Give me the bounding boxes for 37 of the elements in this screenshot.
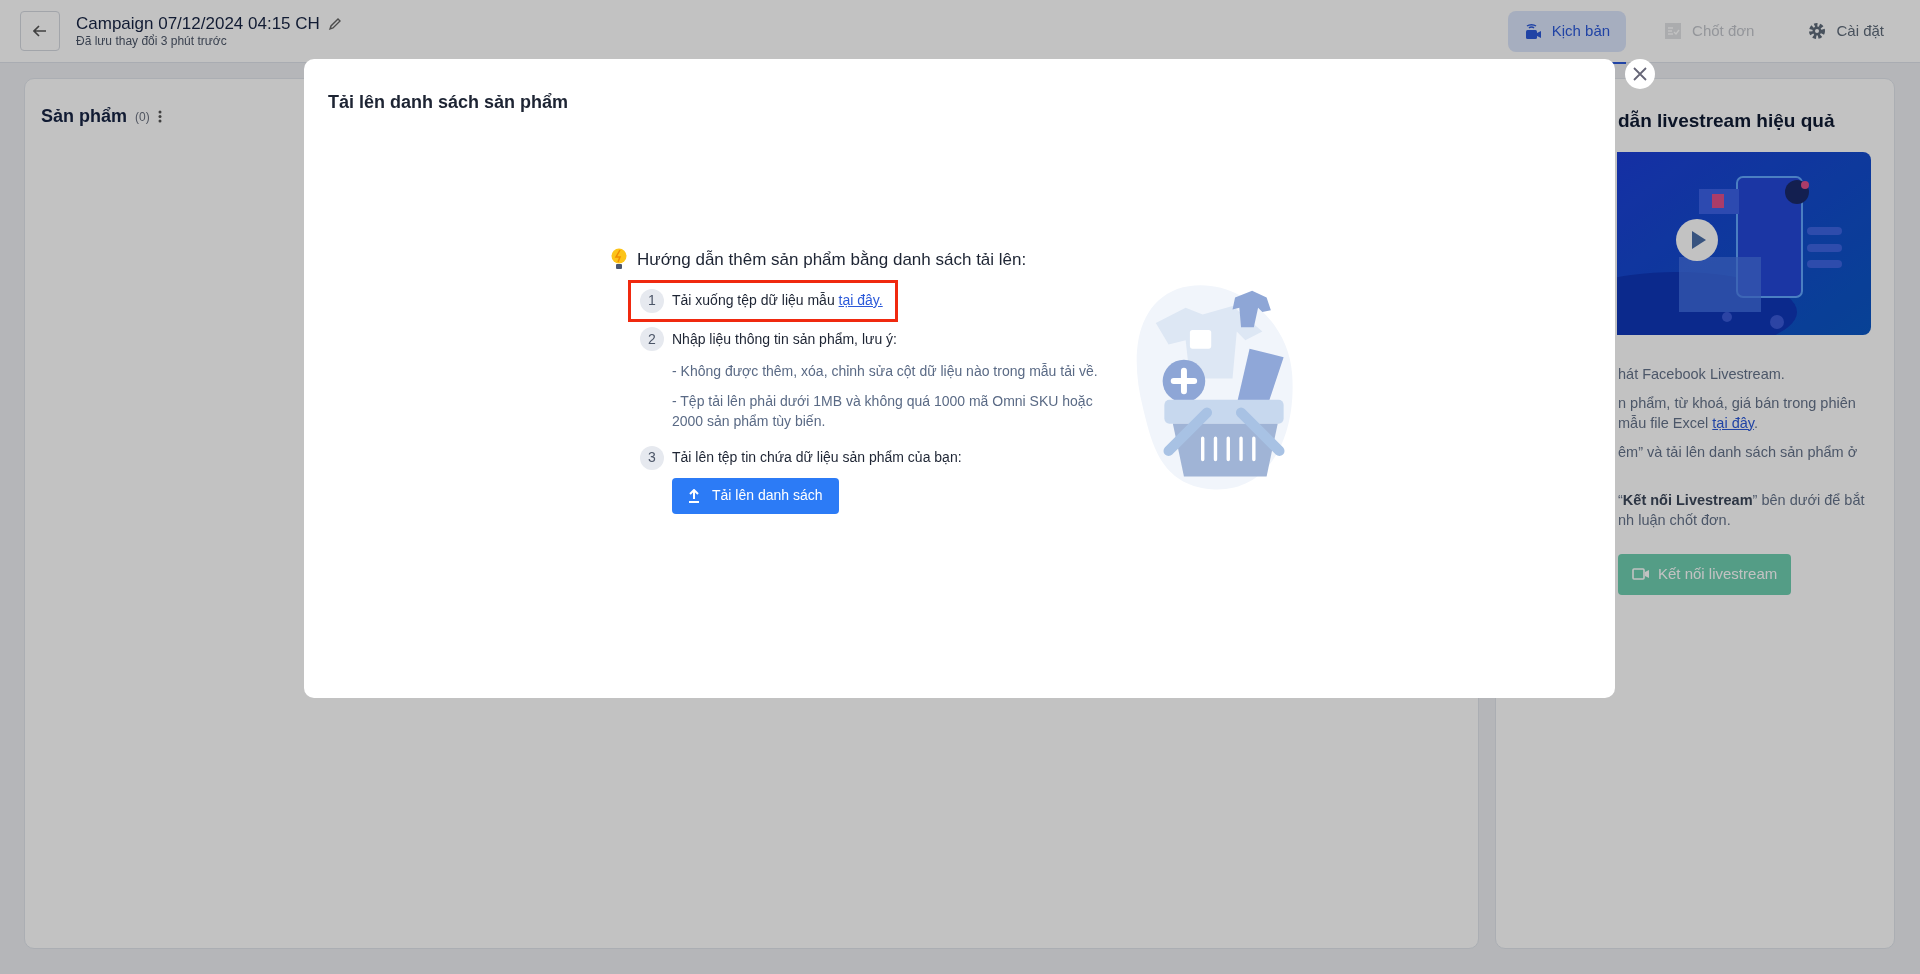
upload-list-button[interactable]: Tải lên danh sách bbox=[672, 477, 839, 514]
dialog-title: Tải lên danh sách sản phẩm bbox=[327, 91, 570, 114]
back-arrow-icon bbox=[33, 25, 47, 37]
tab[interactable]: Kịch bản bbox=[1507, 10, 1627, 52]
step-number: 2 bbox=[640, 327, 664, 351]
campaign-title: Campaign 07/12/2024 04:15 CH bbox=[76, 14, 320, 34]
light-bulb-icon bbox=[609, 247, 629, 272]
close-icon bbox=[1633, 67, 1647, 81]
step-text: Tải xuống tệp dữ liệu mẫu tại đây. bbox=[672, 291, 883, 310]
tab[interactable]: Cài đặt bbox=[1792, 10, 1900, 52]
panel-title: dẫn livestream hiệu quả bbox=[1618, 109, 1836, 133]
guide-text: hát Facebook Livestream. bbox=[1618, 364, 1786, 384]
play-icon[interactable] bbox=[1676, 218, 1718, 261]
note-text: - Không được thêm, xóa, chỉnh sửa cột dữ liệu nào trong mẫu tải về. bbox=[672, 362, 1099, 381]
more-options-icon[interactable] bbox=[157, 110, 162, 123]
video-camera-icon bbox=[1632, 568, 1650, 580]
settings-icon bbox=[1808, 22, 1827, 40]
step-number: 3 bbox=[640, 445, 664, 470]
edit-pencil-icon[interactable] bbox=[327, 17, 342, 31]
download-link[interactable]: tại đây. bbox=[838, 292, 883, 308]
instructions-heading: Hướng dẫn thêm sản phẩm bằng danh sách tải lên: bbox=[637, 248, 1027, 271]
note-text: - Tệp tải lên phải dưới 1MB và không quá 1000 mã Omni SKU hoặc 2000 sản phẩm tùy biến. bbox=[672, 392, 1094, 431]
guide-text: n phẩm, từ khoá, giá bán trong phiên bbox=[1618, 393, 1857, 413]
guide-text: nh luận chốt đơn. bbox=[1618, 510, 1732, 530]
guide-text: êm” và tải lên danh sách sản phẩm ở bbox=[1618, 442, 1859, 462]
guide-text: “Kết nối Livestream” bên dưới để bắt bbox=[1618, 490, 1866, 510]
step-number: 1 bbox=[640, 288, 664, 313]
video-camera-icon bbox=[1523, 22, 1542, 40]
upload-icon bbox=[688, 488, 700, 503]
step-text: Nhập liệu thông tin sản phẩm, lưu ý: bbox=[672, 329, 897, 349]
save-status: Đã lưu thay đổi 3 phút trước bbox=[76, 34, 228, 48]
product-count: (0) bbox=[135, 108, 150, 126]
step-text: Tải lên tệp tin chứa dữ liệu sản phẩm của bạn: bbox=[672, 448, 962, 467]
panel-title: Sản phẩm bbox=[41, 105, 128, 128]
back-button[interactable] bbox=[20, 11, 60, 51]
download-link[interactable]: tại đây bbox=[1712, 414, 1754, 431]
guide-text: mẫu file Excel tại đây. bbox=[1618, 413, 1759, 433]
